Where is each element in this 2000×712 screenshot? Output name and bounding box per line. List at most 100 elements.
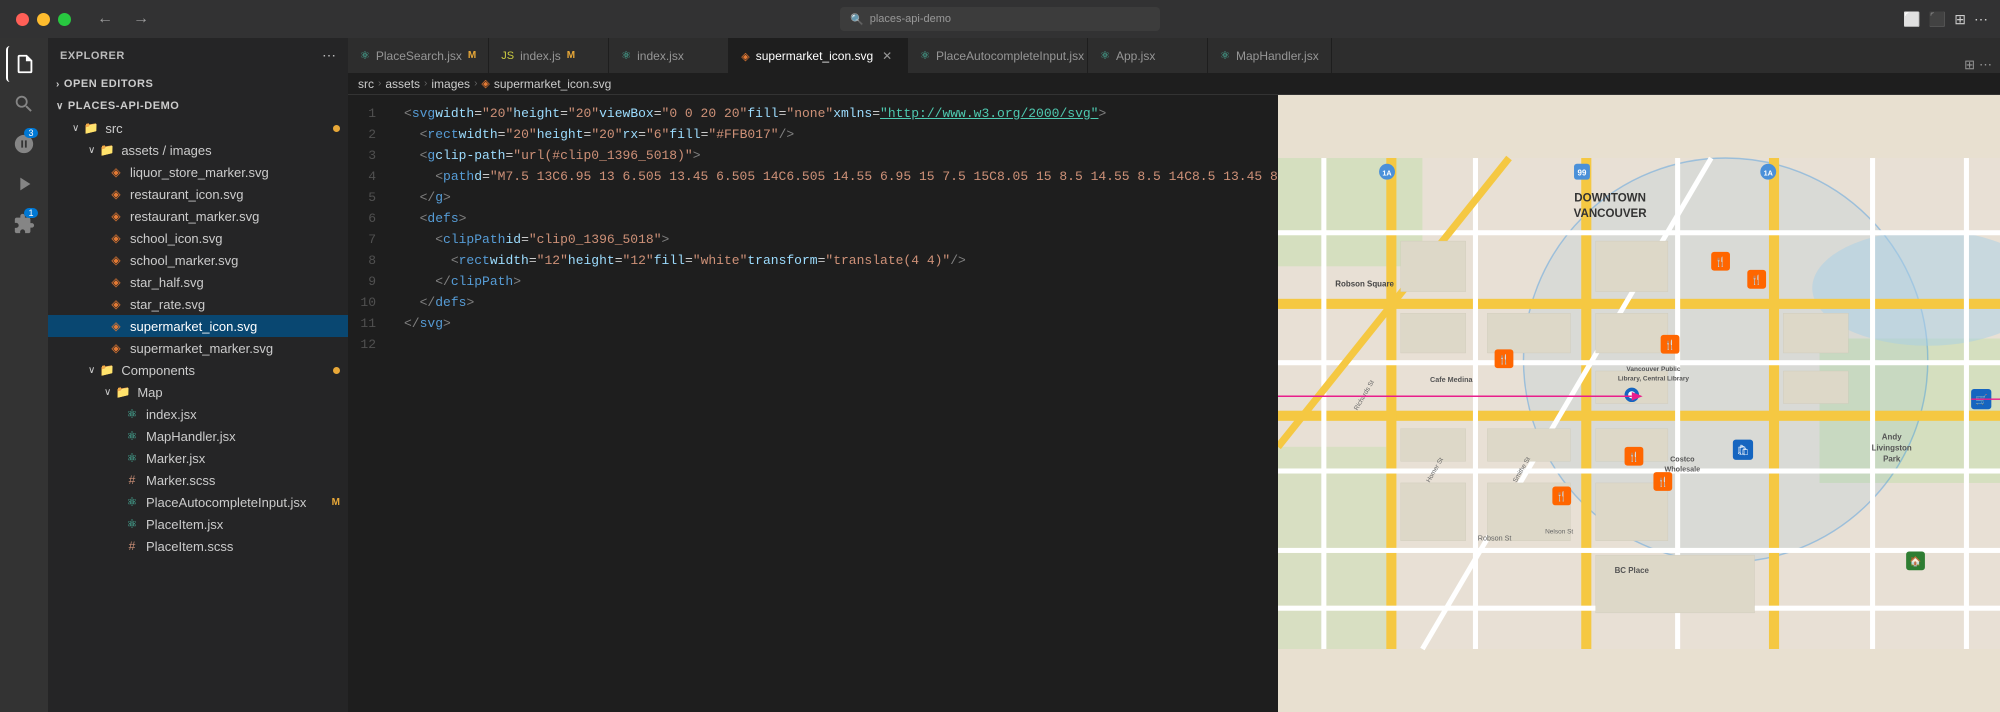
search-bar[interactable]: 🔍 places-api-demo: [840, 7, 1160, 31]
maximize-button[interactable]: [58, 13, 71, 26]
folder-icon: 📁: [99, 362, 115, 378]
folder-icon: 📁: [115, 384, 131, 400]
open-editors-section[interactable]: › OPEN EDITORS: [48, 73, 348, 95]
src-folder[interactable]: ∨ 📁 src: [48, 117, 348, 139]
tab-badge: M: [567, 50, 575, 61]
sidebar-more-button[interactable]: ⋯: [322, 47, 336, 64]
attr: height: [513, 103, 560, 124]
tag: rect: [427, 124, 458, 145]
modified-dot: [333, 367, 340, 374]
breadcrumb-file[interactable]: supermarket_icon.svg: [494, 77, 611, 91]
file-liquor-store-marker[interactable]: ◈ liquor_store_marker.svg: [48, 161, 348, 183]
components-folder[interactable]: ∨ 📁 Components: [48, 359, 348, 381]
tab-label: index.js: [520, 49, 561, 63]
activity-search[interactable]: [6, 86, 42, 122]
breadcrumb-assets[interactable]: assets: [385, 77, 420, 91]
tab-supermarket-icon[interactable]: ◈ supermarket_icon.svg ✕: [729, 38, 908, 73]
chevron-icon: ∨: [88, 145, 95, 156]
file-supermarket-marker[interactable]: ◈ supermarket_marker.svg: [48, 337, 348, 359]
breadcrumb-src[interactable]: src: [358, 77, 374, 91]
svg-text:1A: 1A: [1764, 168, 1774, 177]
code-line-3: <g clip-path="url(#clip0_1396_5018)">: [396, 145, 1278, 166]
file-placeautocompleteinput[interactable]: ⚛ PlaceAutocompleteInput.jsx M: [48, 491, 348, 513]
tab-placeautocompleteinput[interactable]: ⚛ PlaceAutocompleteInput.jsx M: [908, 38, 1088, 73]
tabs-more-button[interactable]: ⋯: [1979, 57, 1992, 73]
tab-placesearch[interactable]: ⚛ PlaceSearch.jsx M: [348, 38, 489, 73]
file-school-marker[interactable]: ◈ school_marker.svg: [48, 249, 348, 271]
project-section[interactable]: ∨ PLACES-API-DEMO: [48, 95, 348, 117]
activity-git[interactable]: 3: [6, 126, 42, 162]
search-text: places-api-demo: [870, 13, 951, 25]
file-supermarket-icon[interactable]: ◈ supermarket_icon.svg: [48, 315, 348, 337]
filename: restaurant_icon.svg: [130, 187, 243, 202]
tab-close-button[interactable]: ✕: [879, 48, 895, 64]
chevron-icon: ∨: [104, 387, 111, 398]
svg-text:Costco: Costco: [1670, 454, 1695, 463]
file-marker-jsx[interactable]: ⚛ Marker.jsx: [48, 447, 348, 469]
jsx-icon: ⚛: [920, 49, 930, 62]
scss-icon: #: [124, 538, 140, 554]
code-line-2: <rect width="20" height="20" rx="6" fill…: [396, 124, 1278, 145]
svg-icon: ◈: [108, 164, 124, 180]
file-school-icon[interactable]: ◈ school_icon.svg: [48, 227, 348, 249]
activity-debug[interactable]: [6, 166, 42, 202]
main-layout: 3 1 Explorer ⋯ › OPEN EDITORS ∨ PLA: [0, 38, 2000, 712]
file-maphandler[interactable]: ⚛ MapHandler.jsx: [48, 425, 348, 447]
svg-text:🍴: 🍴: [1556, 491, 1568, 503]
tab-indexjs[interactable]: JS index.js M: [489, 38, 609, 73]
file-star-half[interactable]: ◈ star_half.svg: [48, 271, 348, 293]
modified-dot: [333, 125, 340, 132]
back-button[interactable]: ←: [91, 8, 119, 30]
sep: ›: [424, 78, 427, 89]
minimize-button[interactable]: [37, 13, 50, 26]
file-index-jsx[interactable]: ⚛ index.jsx: [48, 403, 348, 425]
split-button[interactable]: ⬛: [1929, 11, 1946, 28]
assets-images-label: assets / images: [121, 143, 211, 158]
tab-appjsx[interactable]: ⚛ App.jsx: [1088, 38, 1208, 73]
grid-button[interactable]: ⊞: [1954, 11, 1966, 28]
editor-map-split: 1234 5678 9101112 <svg width="20" height…: [348, 95, 2000, 712]
split-editor-button[interactable]: ⊞: [1964, 57, 1975, 73]
layout-button[interactable]: ⬜: [1903, 11, 1920, 28]
src-label: src: [105, 121, 122, 136]
chevron-icon: ›: [56, 79, 60, 90]
folder-icon: 📁: [99, 142, 115, 158]
code-editor[interactable]: 1234 5678 9101112 <svg width="20" height…: [348, 95, 1278, 712]
code-lines: <svg width="20" height="20" viewBox="0 0…: [396, 95, 1278, 712]
code-line-9: </clipPath>: [396, 271, 1278, 292]
tab-indexjsx[interactable]: ⚛ index.jsx: [609, 38, 729, 73]
filename: index.jsx: [146, 407, 197, 422]
code-line-5: </g>: [396, 187, 1278, 208]
svg-text:Library, Central Library: Library, Central Library: [1618, 375, 1690, 382]
svg-text:Park: Park: [1883, 454, 1901, 463]
filename: PlaceItem.jsx: [146, 517, 223, 532]
breadcrumb-images[interactable]: images: [431, 77, 470, 91]
close-button[interactable]: [16, 13, 29, 26]
assets-images-folder[interactable]: ∨ 📁 assets / images: [48, 139, 348, 161]
file-placeitem-scss[interactable]: # PlaceItem.scss: [48, 535, 348, 557]
activity-explorer[interactable]: [6, 46, 42, 82]
activity-extensions[interactable]: 1: [6, 206, 42, 242]
svg-text:VANCOUVER: VANCOUVER: [1574, 208, 1648, 220]
forward-button[interactable]: →: [127, 8, 155, 30]
editor-area: ⚛ PlaceSearch.jsx M JS index.js M ⚛ inde…: [348, 38, 2000, 712]
modified-badge: M: [332, 497, 340, 508]
tab-badge: M: [468, 50, 476, 61]
file-restaurant-icon[interactable]: ◈ restaurant_icon.svg: [48, 183, 348, 205]
file-restaurant-marker[interactable]: ◈ restaurant_marker.svg: [48, 205, 348, 227]
file-marker-scss[interactable]: # Marker.scss: [48, 469, 348, 491]
filename: liquor_store_marker.svg: [130, 165, 269, 180]
map-panel: DOWNTOWN VANCOUVER Robson Square Cafe Me…: [1278, 95, 2000, 712]
svg-icon: ◈: [481, 77, 489, 90]
file-star-rate[interactable]: ◈ star_rate.svg: [48, 293, 348, 315]
svg-text:🍴: 🍴: [1498, 353, 1510, 365]
file-placeitem-jsx[interactable]: ⚛ PlaceItem.jsx: [48, 513, 348, 535]
tab-maphandler[interactable]: ⚛ MapHandler.jsx: [1208, 38, 1332, 73]
nav-buttons: ← →: [91, 8, 155, 30]
code-line-10: </defs>: [396, 292, 1278, 313]
svg-text:Robson Square: Robson Square: [1335, 280, 1394, 289]
map-folder[interactable]: ∨ 📁 Map: [48, 381, 348, 403]
tab-label: supermarket_icon.svg: [756, 49, 873, 63]
eq: =: [779, 103, 787, 124]
more-button[interactable]: ⋯: [1974, 11, 1988, 28]
